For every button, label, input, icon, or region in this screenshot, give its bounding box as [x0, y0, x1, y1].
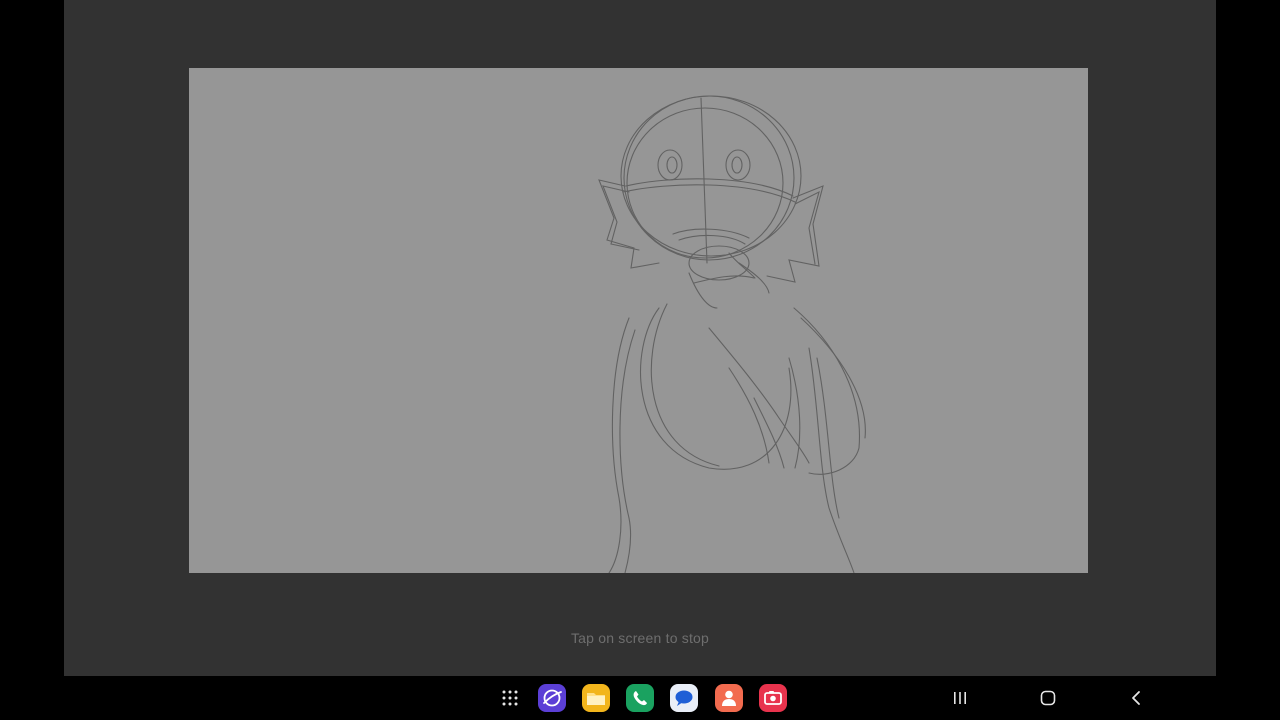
screen-recorder-icon[interactable] [759, 684, 787, 712]
messages-icon[interactable] [670, 684, 698, 712]
phone-icon[interactable] [626, 684, 654, 712]
animation-preview-area[interactable]: Tap on screen to stop [64, 0, 1216, 676]
taskbar [0, 676, 1280, 720]
app-drawer-icon[interactable] [496, 684, 524, 712]
internet-browser-icon[interactable] [538, 684, 566, 712]
drawing-canvas[interactable] [189, 68, 1088, 573]
recent-apps-icon[interactable] [946, 684, 974, 712]
home-icon[interactable] [1034, 684, 1062, 712]
sketch-drawing [598, 95, 866, 573]
tap-to-stop-hint: Tap on screen to stop [570, 630, 710, 646]
contacts-icon[interactable] [715, 684, 743, 712]
my-files-icon[interactable] [582, 684, 610, 712]
screen: Tap on screen to stop [0, 0, 1280, 720]
back-icon[interactable] [1122, 684, 1150, 712]
